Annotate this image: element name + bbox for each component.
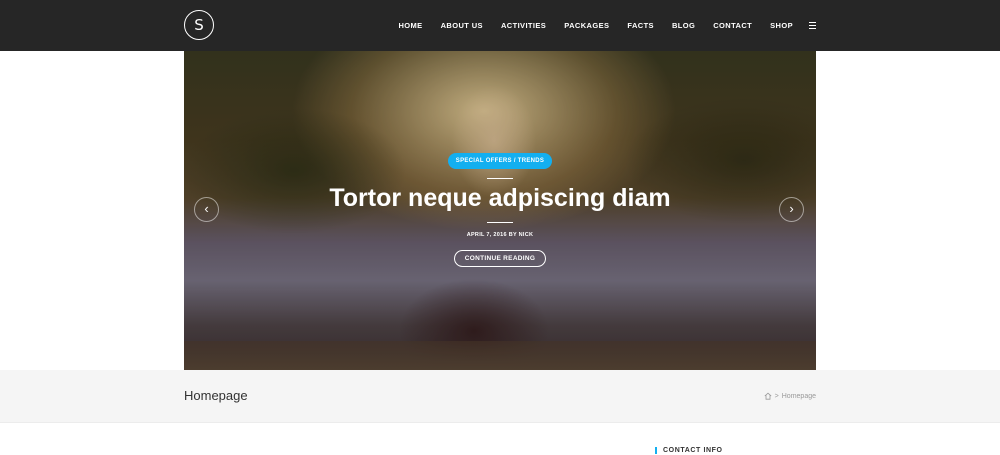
nav-facts[interactable]: FACTS	[627, 21, 654, 30]
category-badge[interactable]: SPECIAL OFFERS / TRENDS	[448, 153, 552, 169]
page-title: Homepage	[184, 388, 248, 403]
contact-info-heading: CONTACT INFO	[655, 447, 723, 454]
nav-home[interactable]: HOME	[398, 21, 422, 30]
breadcrumb-current: Homepage	[781, 392, 816, 400]
site-logo[interactable]: S	[184, 10, 214, 40]
hero-slider: ‹ › SPECIAL OFFERS / TRENDS Tortor neque…	[184, 51, 816, 370]
nav-packages[interactable]: PACKAGES	[564, 21, 609, 30]
nav-contact[interactable]: CONTACT	[713, 21, 752, 30]
page-header: Homepage > Homepage	[0, 370, 1000, 423]
main-nav: HOME ABOUT US ACTIVITIES PACKAGES FACTS …	[380, 0, 816, 51]
home-icon[interactable]	[764, 392, 772, 400]
hero-post-title[interactable]: Tortor neque adpiscing diam	[184, 184, 816, 213]
post-meta: APRIL 7, 2016 BY NICK	[466, 232, 534, 238]
continue-reading-button[interactable]: CONTINUE READING	[454, 250, 546, 267]
title-divider-top	[487, 178, 513, 179]
nav-shop[interactable]: SHOP	[770, 21, 793, 30]
breadcrumb: > Homepage	[764, 392, 816, 400]
heading-accent-bar	[655, 447, 657, 454]
nav-about-us[interactable]: ABOUT US	[441, 21, 483, 30]
breadcrumb-separator: >	[774, 392, 779, 400]
nav-blog[interactable]: BLOG	[672, 21, 695, 30]
contact-info-label: CONTACT INFO	[663, 447, 723, 454]
site-header: S HOME ABOUT US ACTIVITIES PACKAGES FACT…	[0, 0, 1000, 51]
nav-activities[interactable]: ACTIVITIES	[501, 21, 546, 30]
hamburger-menu-icon[interactable]	[809, 22, 816, 29]
title-divider-bottom	[487, 222, 513, 223]
